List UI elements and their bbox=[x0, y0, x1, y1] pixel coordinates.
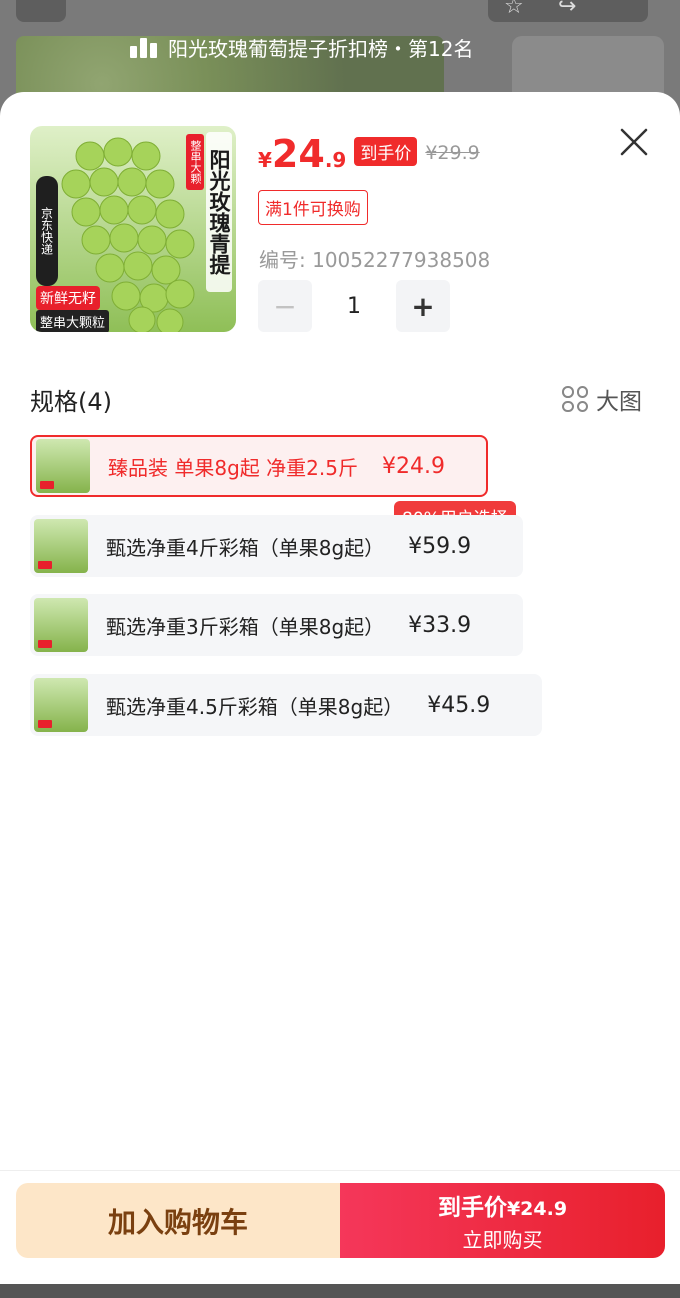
decrease-button[interactable]: − bbox=[258, 280, 312, 332]
shipping-tag: 京东快递 bbox=[36, 176, 58, 286]
ranking-text: 阳光玫瑰葡萄提子折扣榜・第12名 bbox=[168, 36, 474, 61]
increase-button[interactable]: + bbox=[396, 280, 450, 332]
spec-option-price: ¥33.9 bbox=[408, 612, 472, 638]
product-title-tag: 阳光玫瑰青提 bbox=[206, 132, 232, 292]
back-button[interactable] bbox=[16, 0, 66, 22]
spec-thumbnail bbox=[36, 439, 90, 493]
fresh-tag: 新鲜无籽 bbox=[36, 286, 100, 310]
size-tag: 整串大颗 bbox=[186, 134, 204, 190]
buy-now-button[interactable]: 到手价¥24.9 立即购买 bbox=[340, 1183, 665, 1258]
buy-now-label: 立即购买 bbox=[462, 1228, 543, 1252]
spec-thumbnail bbox=[34, 598, 88, 652]
sku-number: 编号: 10052277938508 bbox=[259, 248, 491, 272]
spec-option-1[interactable]: 臻品装 单果8g起 净重2.5斤 ¥24.9 bbox=[30, 435, 488, 497]
spec-option-price: ¥59.9 bbox=[408, 533, 472, 559]
original-price: ¥29.9 bbox=[425, 142, 480, 164]
price-row: ¥ 24 .9 到手价 ¥29.9 bbox=[258, 132, 480, 182]
spec-option-3[interactable]: 甄选净重3斤彩箱（单果8g起） ¥33.9 bbox=[30, 594, 523, 656]
quantity-stepper: − 1 + bbox=[258, 280, 450, 332]
spec-option-label: 甄选净重4斤彩箱（单果8g起） bbox=[106, 535, 385, 560]
spec-option-label: 臻品装 单果8g起 净重2.5斤 bbox=[108, 455, 358, 480]
spec-option-label: 甄选净重3斤彩箱（单果8g起） bbox=[106, 614, 385, 639]
ranking-banner[interactable]: 阳光玫瑰葡萄提子折扣榜・第12名 bbox=[130, 30, 560, 64]
spec-option-price: ¥24.9 bbox=[381, 453, 445, 479]
big-view-label: 大图 bbox=[596, 389, 642, 415]
grid-icon bbox=[562, 386, 588, 412]
share-icon[interactable]: ↪ bbox=[558, 0, 576, 19]
favorite-icon[interactable]: ☆ bbox=[504, 0, 524, 19]
top-actions: ☆ ↪ bbox=[488, 0, 648, 22]
bunch-tag: 整串大颗粒 bbox=[36, 310, 110, 332]
buy-price-value: ¥24.9 bbox=[506, 1198, 568, 1220]
spec-thumbnail bbox=[34, 519, 88, 573]
promo-tag[interactable]: 满1件可换购 bbox=[258, 190, 368, 225]
spec-thumbnail bbox=[34, 678, 88, 732]
currency-symbol: ¥ bbox=[258, 148, 272, 172]
price-integer: 24 bbox=[271, 132, 325, 176]
spec-option-4[interactable]: 甄选净重4.5斤彩箱（单果8g起） ¥45.9 bbox=[30, 674, 542, 736]
price-decimal: .9 bbox=[324, 148, 347, 172]
final-price-badge: 到手价 bbox=[354, 137, 418, 166]
spec-section-title: 规格(4) bbox=[30, 388, 112, 416]
big-view-toggle[interactable]: 大图 bbox=[562, 382, 642, 416]
spec-option-2[interactable]: 甄选净重4斤彩箱（单果8g起） ¥59.9 bbox=[30, 515, 523, 577]
system-nav-bar bbox=[0, 1284, 680, 1298]
close-icon[interactable] bbox=[616, 124, 652, 160]
quantity-value[interactable]: 1 bbox=[312, 294, 396, 319]
buy-price-label: 到手价 bbox=[437, 1195, 507, 1221]
bar-chart-icon bbox=[130, 36, 158, 58]
product-image[interactable]: 京东快递 整串大颗 阳光玫瑰青提 新鲜无籽 整串大颗粒 bbox=[30, 126, 236, 332]
spec-option-price: ¥45.9 bbox=[427, 692, 491, 718]
add-to-cart-button[interactable]: 加入购物车 bbox=[16, 1183, 340, 1258]
spec-option-label: 甄选净重4.5斤彩箱（单果8g起） bbox=[106, 694, 404, 719]
buy-price-line: 到手价¥24.9 bbox=[438, 1188, 567, 1222]
